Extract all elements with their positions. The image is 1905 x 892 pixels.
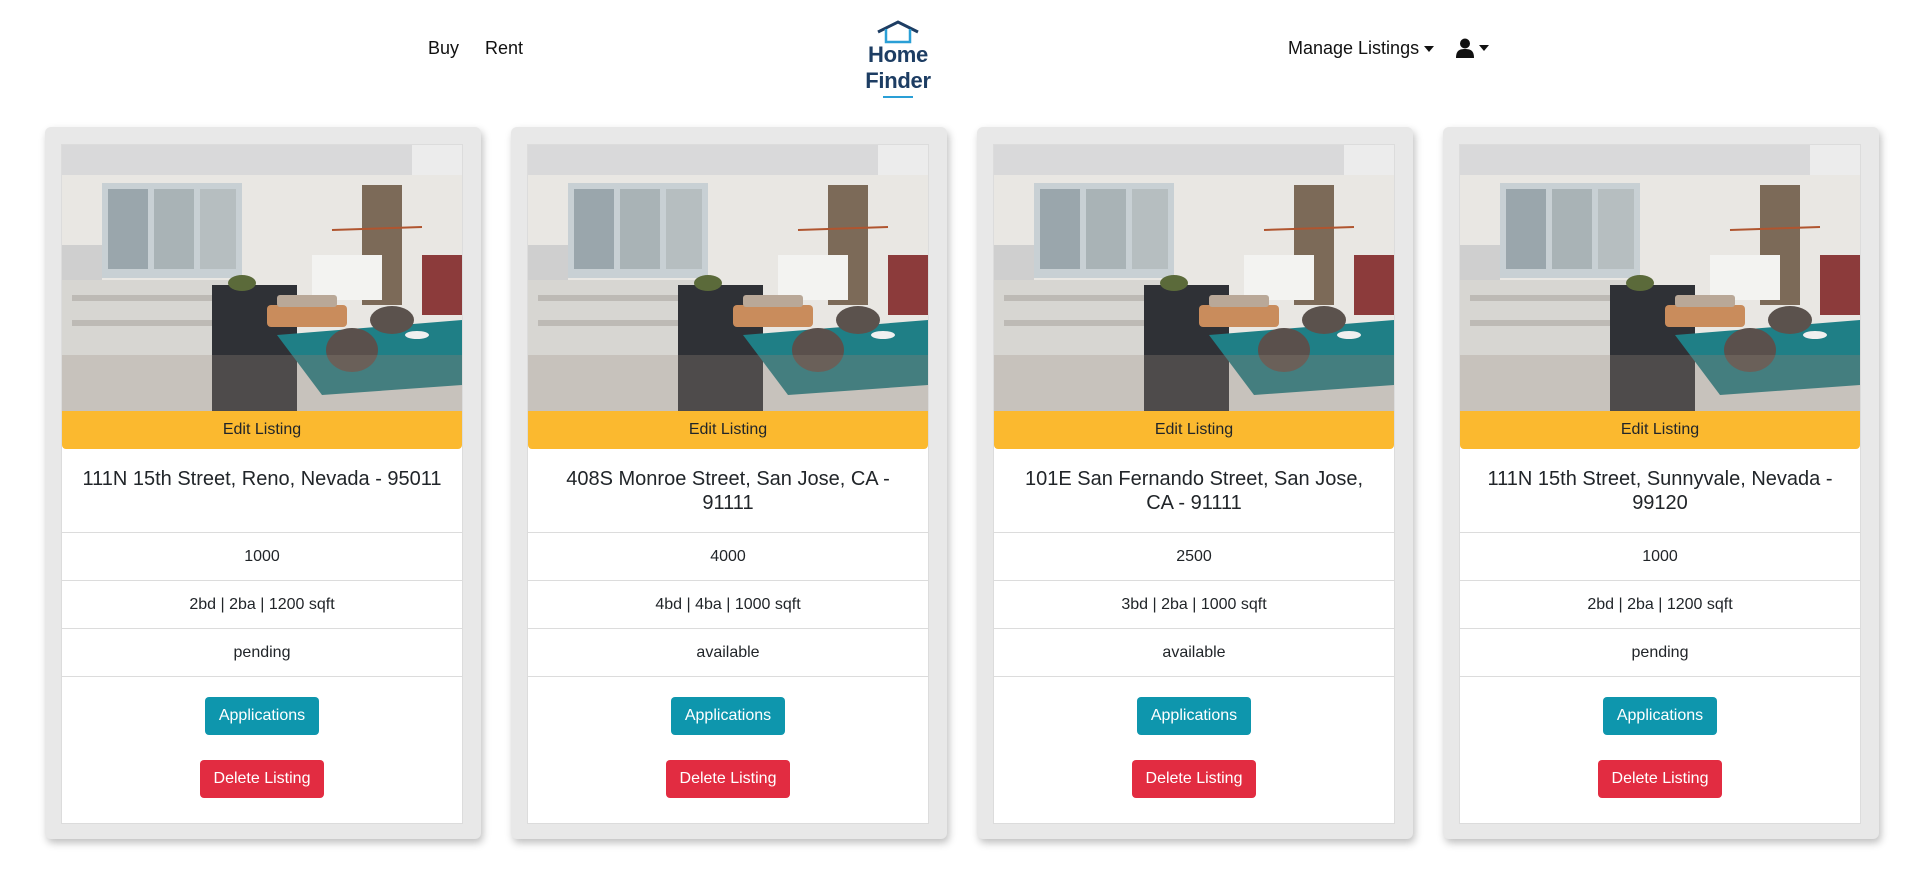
listing-address: 408S Monroe Street, San Jose, CA - 91111 [528, 449, 928, 533]
listing-price: 2500 [994, 533, 1394, 581]
edit-listing-button[interactable]: Edit Listing [528, 411, 928, 449]
listing-status: available [528, 629, 928, 677]
applications-button[interactable]: Applications [204, 697, 320, 735]
listing-status: pending [1460, 629, 1860, 677]
delete-listing-button[interactable]: Delete Listing [665, 760, 791, 798]
listing-details: 2bd | 2ba | 1200 sqft [62, 581, 462, 629]
listing-details: 2bd | 2ba | 1200 sqft [1460, 581, 1860, 629]
nav-buy-link[interactable]: Buy [428, 38, 459, 59]
listing-card-body: Edit Listing 111N 15th Street, Reno, Nev… [61, 144, 463, 824]
listing-details: 4bd | 4ba | 1000 sqft [528, 581, 928, 629]
listing-address: 111N 15th Street, Reno, Nevada - 95011 [62, 449, 462, 533]
logo-underline [883, 96, 913, 98]
listing-card-body: Edit Listing 101E San Fernando Street, S… [993, 144, 1395, 824]
chevron-down-icon [1479, 45, 1489, 51]
listing-card-body: Edit Listing 111N 15th Street, Sunnyvale… [1459, 144, 1861, 824]
logo-text: Home Finder [865, 42, 931, 93]
edit-listing-button[interactable]: Edit Listing [62, 411, 462, 449]
home-finder-logo[interactable]: Home Finder [842, 20, 954, 98]
nav-rent-link[interactable]: Rent [485, 38, 523, 59]
listing-price: 4000 [528, 533, 928, 581]
user-menu-dropdown[interactable] [1456, 38, 1489, 58]
top-navbar: Buy Rent Home Finder Manage Listings [0, 0, 1905, 100]
delete-listing-button[interactable]: Delete Listing [199, 760, 325, 798]
listing-photo [62, 145, 462, 411]
applications-button[interactable]: Applications [1136, 697, 1252, 735]
listing-actions: Applications Delete Listing [62, 677, 462, 798]
manage-listings-dropdown[interactable]: Manage Listings [1288, 38, 1435, 59]
user-icon [1456, 38, 1474, 58]
listing-details: 3bd | 2ba | 1000 sqft [994, 581, 1394, 629]
listing-price: 1000 [62, 533, 462, 581]
listing-card: Edit Listing 111N 15th Street, Sunnyvale… [1443, 127, 1879, 839]
listing-actions: Applications Delete Listing [528, 677, 928, 798]
listing-address: 111N 15th Street, Sunnyvale, Nevada - 99… [1460, 449, 1860, 533]
house-roof-icon [877, 20, 919, 44]
applications-button[interactable]: Applications [670, 697, 786, 735]
delete-listing-button[interactable]: Delete Listing [1597, 760, 1723, 798]
delete-listing-button[interactable]: Delete Listing [1131, 760, 1257, 798]
chevron-down-icon [1424, 46, 1435, 53]
listing-photo [994, 145, 1394, 411]
listing-card: Edit Listing 111N 15th Street, Reno, Nev… [45, 127, 481, 839]
edit-listing-button[interactable]: Edit Listing [994, 411, 1394, 449]
listing-status: available [994, 629, 1394, 677]
listing-actions: Applications Delete Listing [994, 677, 1394, 798]
listing-status: pending [62, 629, 462, 677]
listing-address: 101E San Fernando Street, San Jose, CA -… [994, 449, 1394, 533]
listing-photo [1460, 145, 1860, 411]
listing-photo [528, 145, 928, 411]
listing-card: Edit Listing 101E San Fernando Street, S… [977, 127, 1413, 839]
listing-price: 1000 [1460, 533, 1860, 581]
edit-listing-button[interactable]: Edit Listing [1460, 411, 1860, 449]
listing-actions: Applications Delete Listing [1460, 677, 1860, 798]
listing-card-body: Edit Listing 408S Monroe Street, San Jos… [527, 144, 929, 824]
manage-listings-label: Manage Listings [1288, 38, 1420, 58]
applications-button[interactable]: Applications [1602, 697, 1718, 735]
listing-card: Edit Listing 408S Monroe Street, San Jos… [511, 127, 947, 839]
